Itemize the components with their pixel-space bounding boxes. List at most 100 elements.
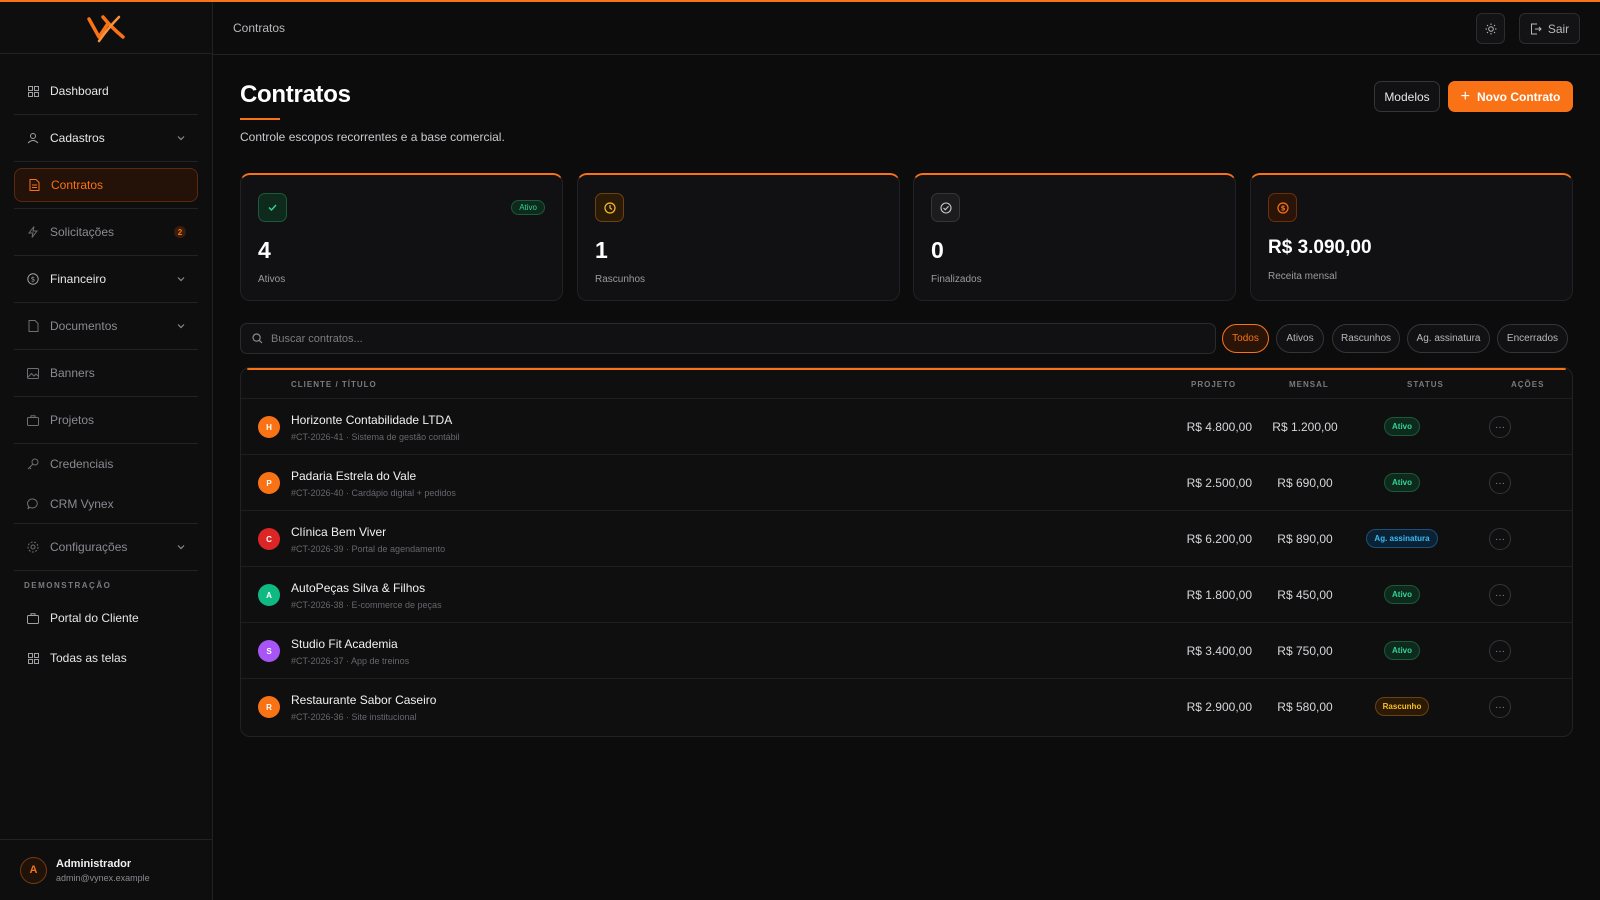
table-row[interactable]: C Clínica Bem Viver #CT-2026-39 · Portal d… xyxy=(241,511,1572,567)
sidebar-item-solicitacoes[interactable]: Solicitações 2 xyxy=(14,209,198,256)
theme-toggle-button[interactable] xyxy=(1476,13,1505,44)
avatar: P xyxy=(258,472,280,494)
plus-icon: + xyxy=(1460,87,1470,105)
filter-ativos[interactable]: Ativos xyxy=(1276,324,1324,353)
row-actions-button[interactable]: ··· xyxy=(1489,528,1511,550)
client-name: AutoPeças Silva & Filhos xyxy=(291,581,426,595)
column-header-actions: AÇÕES xyxy=(1511,380,1545,389)
stat-value: 1 xyxy=(595,237,608,263)
sidebar-item-label: Cadastros xyxy=(50,131,105,145)
briefcase-icon xyxy=(26,413,40,427)
new-contract-button[interactable]: + Novo Contrato xyxy=(1448,81,1573,112)
stats-row: Ativo 4 Ativos 1 Rascunhos 0 Finalizados… xyxy=(240,173,1573,301)
stat-label: Receita mensal xyxy=(1268,271,1337,282)
sidebar-item-label: Credenciais xyxy=(50,457,114,471)
more-icon: ··· xyxy=(1495,421,1505,433)
sidebar-item-label: Portal do Cliente xyxy=(50,611,139,625)
row-actions-button[interactable]: ··· xyxy=(1489,584,1511,606)
sidebar-item-dashboard[interactable]: Dashboard xyxy=(14,68,198,115)
vynex-logo-icon xyxy=(87,14,125,42)
logo[interactable] xyxy=(0,2,212,54)
contract-subtitle: #CT-2026-40 · Cardápio digital + pedidos xyxy=(291,488,456,498)
sidebar-item-todas-telas[interactable]: Todas as telas xyxy=(14,638,198,678)
sidebar-item-label: CRM Vynex xyxy=(50,496,114,511)
sidebar-item-credenciais[interactable]: Credenciais xyxy=(14,444,198,484)
more-icon: ··· xyxy=(1495,589,1505,601)
sidebar-item-configuracoes[interactable]: Configurações xyxy=(14,524,198,571)
column-header-monthly: MENSAL xyxy=(1289,380,1329,389)
gear-icon xyxy=(26,540,40,554)
status-badge: Ativo xyxy=(1384,585,1420,604)
avatar: A xyxy=(20,856,47,884)
project-value: R$ 3.400,00 xyxy=(1186,644,1252,658)
row-actions-button[interactable]: ··· xyxy=(1489,640,1511,662)
stat-label: Finalizados xyxy=(931,274,982,285)
logout-label: Sair xyxy=(1547,21,1570,36)
more-icon: ··· xyxy=(1495,645,1505,657)
table-row[interactable]: H Horizonte Contabilidade LTDA #CT-2026-41… xyxy=(241,399,1572,455)
file-icon xyxy=(27,178,41,192)
filter-todos[interactable]: Todos xyxy=(1222,324,1269,353)
contract-subtitle: #CT-2026-37 · App de treinos xyxy=(291,656,410,666)
table-row[interactable]: A AutoPeças Silva & Filhos #CT-2026-38 · E… xyxy=(241,567,1572,623)
page-title: Contratos xyxy=(240,81,351,108)
key-icon xyxy=(26,457,40,471)
filter-encerrados[interactable]: Encerrados xyxy=(1497,324,1568,353)
column-header-client: CLIENTE / TÍTULO xyxy=(291,380,377,389)
filter-ag-assinatura[interactable]: Ag. assinatura xyxy=(1407,324,1490,353)
status-badge: Rascunho xyxy=(1374,697,1430,716)
more-icon: ··· xyxy=(1495,533,1505,545)
sidebar-item-contratos[interactable]: Contratos xyxy=(14,168,198,202)
stat-value: 0 xyxy=(931,237,944,263)
check-circle-icon xyxy=(931,193,960,222)
client-name: Padaria Estrela do Vale xyxy=(291,469,417,483)
sidebar-item-label: Contratos xyxy=(51,178,104,192)
stat-card-finalizados: 0 Finalizados xyxy=(913,173,1236,301)
avatar: C xyxy=(258,528,280,550)
more-icon: ··· xyxy=(1495,701,1505,713)
grid-icon xyxy=(26,651,40,665)
project-value: R$ 1.800,00 xyxy=(1186,588,1252,602)
sidebar-item-financeiro[interactable]: $ Financeiro xyxy=(14,256,198,303)
sidebar-item-banners[interactable]: Banners xyxy=(14,350,198,397)
column-header-project: PROJETO xyxy=(1191,380,1237,389)
doc-icon xyxy=(26,319,40,333)
grid-icon xyxy=(26,84,40,98)
contract-subtitle: #CT-2026-36 · Site institucional xyxy=(291,712,417,722)
row-actions-button[interactable]: ··· xyxy=(1489,472,1511,494)
user-name: Administrador xyxy=(56,857,132,870)
check-icon xyxy=(258,193,287,222)
sidebar-item-documentos[interactable]: Documentos xyxy=(14,303,198,350)
sidebar-item-crm-vynex[interactable]: CRM Vynex xyxy=(14,484,198,524)
table-row[interactable]: R Restaurante Sabor Caseiro #CT-2026-36 · … xyxy=(241,679,1572,735)
status-badge: Ativo xyxy=(511,200,545,215)
sidebar-item-projetos[interactable]: Projetos xyxy=(14,397,198,444)
filter-rascunhos[interactable]: Rascunhos xyxy=(1332,324,1400,353)
table-row[interactable]: S Studio Fit Academia #CT-2026-37 · App de… xyxy=(241,623,1572,679)
search-field xyxy=(240,323,1216,354)
logout-button[interactable]: Sair xyxy=(1519,13,1580,44)
modelos-button[interactable]: Modelos xyxy=(1374,81,1440,112)
avatar: A xyxy=(258,584,280,606)
search-icon xyxy=(252,333,263,344)
stat-label: Ativos xyxy=(258,274,286,285)
user-profile[interactable]: A Administrador admin@vynex.example xyxy=(0,839,212,900)
table-row[interactable]: P Padaria Estrela do Vale #CT-2026-40 · Ca… xyxy=(241,455,1572,511)
stat-value: R$ 3.090,00 xyxy=(1268,237,1372,258)
avatar: R xyxy=(258,696,280,718)
stat-card-ativos: Ativo 4 Ativos xyxy=(240,173,563,301)
search-input[interactable] xyxy=(271,332,1171,345)
sidebar-item-portal-cliente[interactable]: Portal do Cliente xyxy=(14,598,198,638)
row-actions-button[interactable]: ··· xyxy=(1489,696,1511,718)
chevron-down-icon xyxy=(177,545,185,550)
more-icon: ··· xyxy=(1495,477,1505,489)
sidebar-item-cadastros[interactable]: Cadastros xyxy=(14,115,198,162)
sidebar: Dashboard Cadastros Contratos Solicitaçõ… xyxy=(0,2,213,900)
image-icon xyxy=(26,366,40,380)
chevron-down-icon xyxy=(177,277,185,282)
row-actions-button[interactable]: ··· xyxy=(1489,416,1511,438)
svg-text:$: $ xyxy=(31,276,35,284)
page-subtitle: Controle escopos recorrentes e a base co… xyxy=(240,130,505,144)
notification-badge: 2 xyxy=(174,226,186,238)
contract-subtitle: #CT-2026-38 · E-commerce de peças xyxy=(291,600,442,610)
